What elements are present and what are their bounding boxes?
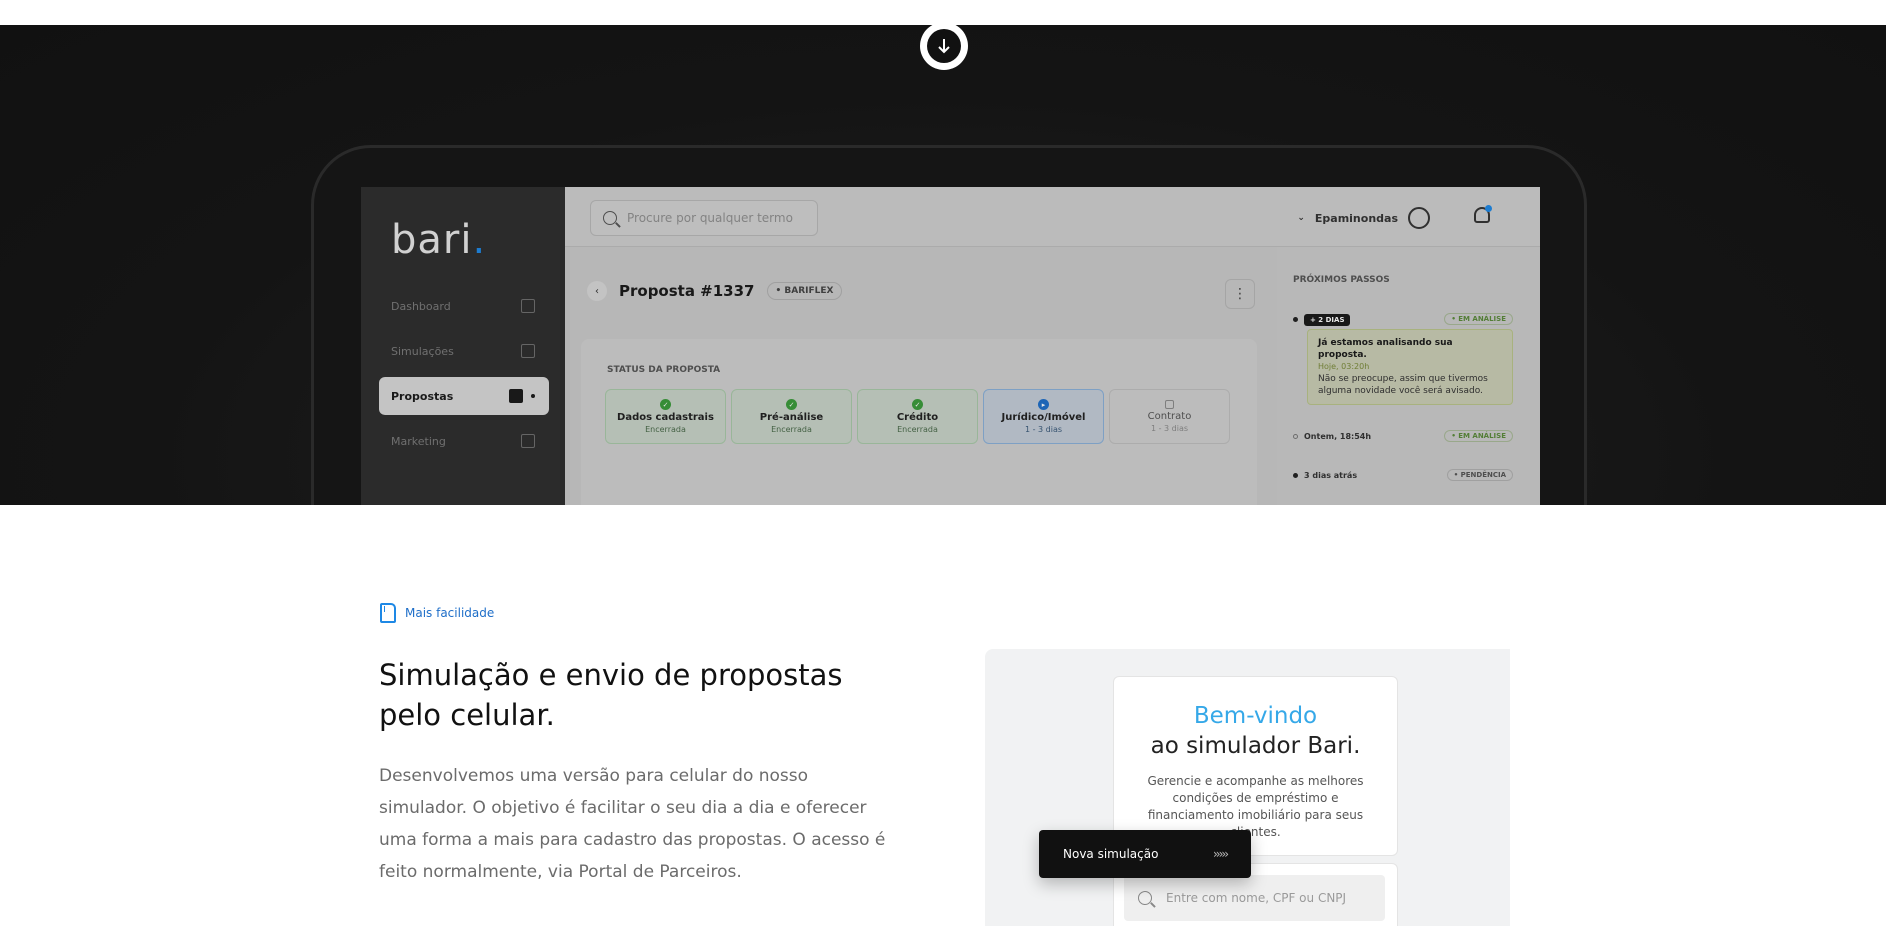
app-sidebar: bari. Dashboard Simulações Propostas Mar…	[361, 187, 565, 505]
megaphone-icon	[521, 434, 535, 448]
app-topbar: Procure por qualquer termo ⌄ Epaminondas	[565, 187, 1540, 247]
app-search-input[interactable]: Procure por qualquer termo	[590, 200, 818, 236]
sidebar-item-label: Propostas	[391, 389, 454, 403]
mobile-simulator-preview: Bem-vindo ao simulador Bari. Gerencie e …	[985, 649, 1510, 926]
step-status: Encerrada	[897, 425, 938, 434]
sidebar-item-marketing[interactable]: Marketing	[379, 422, 549, 460]
check-icon: ✓	[660, 399, 671, 410]
welcome-title: Bem-vindo	[1193, 703, 1318, 729]
timeline-dot	[1293, 472, 1298, 478]
note-body: Não se preocupe, assim que tivermos algu…	[1318, 374, 1488, 396]
notification-dot	[1485, 205, 1492, 212]
search-icon	[1138, 891, 1152, 905]
step-status: Encerrada	[645, 425, 686, 434]
step-name: Dados cadastrais	[617, 412, 714, 423]
status-card: STATUS DA PROPOSTA ✓ Dados cadastrais En…	[581, 339, 1257, 505]
feature-headline: Simulação e envio de propostas pelo celu…	[379, 658, 843, 732]
welcome-subtitle: ao simulador Bari.	[1150, 733, 1361, 759]
play-icon: ▸	[1038, 399, 1049, 410]
timeline-row: Ontem, 18:54h • EM ANÁLISE	[1293, 430, 1513, 442]
note-date: Hoje, 03:20h	[1318, 362, 1370, 371]
step-name: Pré-análise	[759, 412, 824, 423]
check-icon: ✓	[912, 399, 923, 410]
status-badge: • EM ANÁLISE	[1444, 313, 1513, 325]
step-dados-cadastrais[interactable]: ✓ Dados cadastrais Encerrada	[605, 389, 726, 444]
status-badge: • EM ANÁLISE	[1444, 430, 1513, 442]
folder-icon	[509, 389, 523, 403]
new-simulation-label: Nova simulação	[1063, 847, 1159, 861]
sidebar-item-label: Simulações	[391, 344, 454, 358]
more-icon: ⋮	[1233, 286, 1247, 302]
step-name: Crédito	[896, 412, 939, 423]
timeline-time: 3 dias atrás	[1304, 470, 1358, 480]
step-juridico-imovel[interactable]: ▸ Jurídico/Imóvel 1 - 3 dias	[983, 389, 1104, 444]
search-placeholder: Entre com nome, CPF ou CNPJ	[1166, 891, 1347, 905]
search-icon	[603, 211, 617, 225]
bari-logo: bari.	[391, 217, 487, 263]
welcome-card: Bem-vindo ao simulador Bari. Gerencie e …	[1113, 676, 1398, 856]
check-icon: ✓	[786, 399, 797, 410]
step-status: Encerrada	[771, 425, 812, 434]
proposal-tag: • BARIFLEX	[766, 282, 843, 300]
feature-tag: Mais facilidade	[380, 603, 494, 623]
status-label: STATUS DA PROPOSTA	[607, 365, 721, 375]
step-status: 1 - 3 dias	[1024, 425, 1063, 434]
app-screenshot: bari. Dashboard Simulações Propostas Mar…	[361, 187, 1540, 505]
sidebar-item-label: Marketing	[391, 434, 446, 448]
step-status: 1 - 3 dias	[1150, 424, 1189, 433]
grid-icon	[521, 299, 535, 313]
sidebar-item-simulacoes[interactable]: Simulações	[379, 332, 549, 370]
sidebar-item-propostas[interactable]: Propostas	[379, 377, 549, 415]
scroll-down-button[interactable]	[920, 22, 968, 70]
timeline-time: Ontem, 18:54h	[1304, 431, 1372, 441]
timeline-note: Já estamos analisando sua proposta. Hoje…	[1307, 329, 1513, 405]
timeline-row: 3 dias atrás • PENDÊNCIA	[1293, 469, 1513, 481]
chevron-down-icon: ⌄	[1297, 213, 1305, 223]
status-steps: ✓ Dados cadastrais Encerrada ✓ Pré-análi…	[605, 389, 1230, 444]
user-avatar-icon	[1408, 207, 1430, 229]
user-menu[interactable]: ⌄ Epaminondas	[1297, 207, 1430, 229]
proposal-title: Proposta #1337	[619, 282, 755, 300]
active-indicator	[531, 394, 535, 398]
status-badge: • PENDÊNCIA	[1446, 469, 1513, 481]
feature-paragraph: Desenvolvemos uma versão para celular do…	[379, 766, 886, 882]
timeline-dot	[1293, 316, 1298, 322]
proposal-header: ‹ Proposta #1337 • BARIFLEX	[587, 281, 843, 301]
lock-icon	[1165, 400, 1174, 409]
document-icon	[521, 344, 535, 358]
next-steps-panel: PRÓXIMOS PASSOS + 2 DIAS • EM ANÁLISE Já…	[1277, 247, 1540, 505]
user-name: Epaminondas	[1314, 211, 1398, 225]
timeline-row: + 2 DIAS • EM ANÁLISE	[1293, 313, 1513, 326]
client-search-input[interactable]: Entre com nome, CPF ou CNPJ	[1124, 875, 1385, 921]
sidebar-item-dashboard[interactable]: Dashboard	[379, 287, 549, 325]
search-placeholder: Procure por qualquer termo	[627, 211, 793, 225]
step-name: Jurídico/Imóvel	[1001, 412, 1086, 423]
chevrons-right-icon: ›››››	[1213, 847, 1229, 861]
more-options-button[interactable]: ⋮	[1225, 279, 1255, 309]
step-credito[interactable]: ✓ Crédito Encerrada	[857, 389, 978, 444]
app-main: Procure por qualquer termo ⌄ Epaminondas…	[565, 187, 1540, 505]
next-steps-label: PRÓXIMOS PASSOS	[1293, 275, 1390, 285]
step-pre-analise[interactable]: ✓ Pré-análise Encerrada	[731, 389, 852, 444]
timeline-dot	[1293, 433, 1298, 439]
step-name: Contrato	[1147, 411, 1192, 422]
back-button[interactable]: ‹	[587, 281, 607, 301]
hero-section: bari. Dashboard Simulações Propostas Mar…	[0, 25, 1886, 505]
phone-document-icon	[380, 603, 396, 623]
sidebar-item-label: Dashboard	[391, 299, 451, 313]
time-chip: + 2 DIAS	[1304, 313, 1351, 326]
new-simulation-button[interactable]: Nova simulação ›››››	[1039, 830, 1251, 878]
step-contrato[interactable]: Contrato 1 - 3 dias	[1109, 389, 1230, 444]
feature-tag-label: Mais facilidade	[405, 606, 495, 620]
note-title: Já estamos analisando sua proposta.	[1318, 338, 1453, 360]
arrow-down-icon	[927, 29, 961, 63]
bell-icon[interactable]	[1472, 205, 1492, 227]
